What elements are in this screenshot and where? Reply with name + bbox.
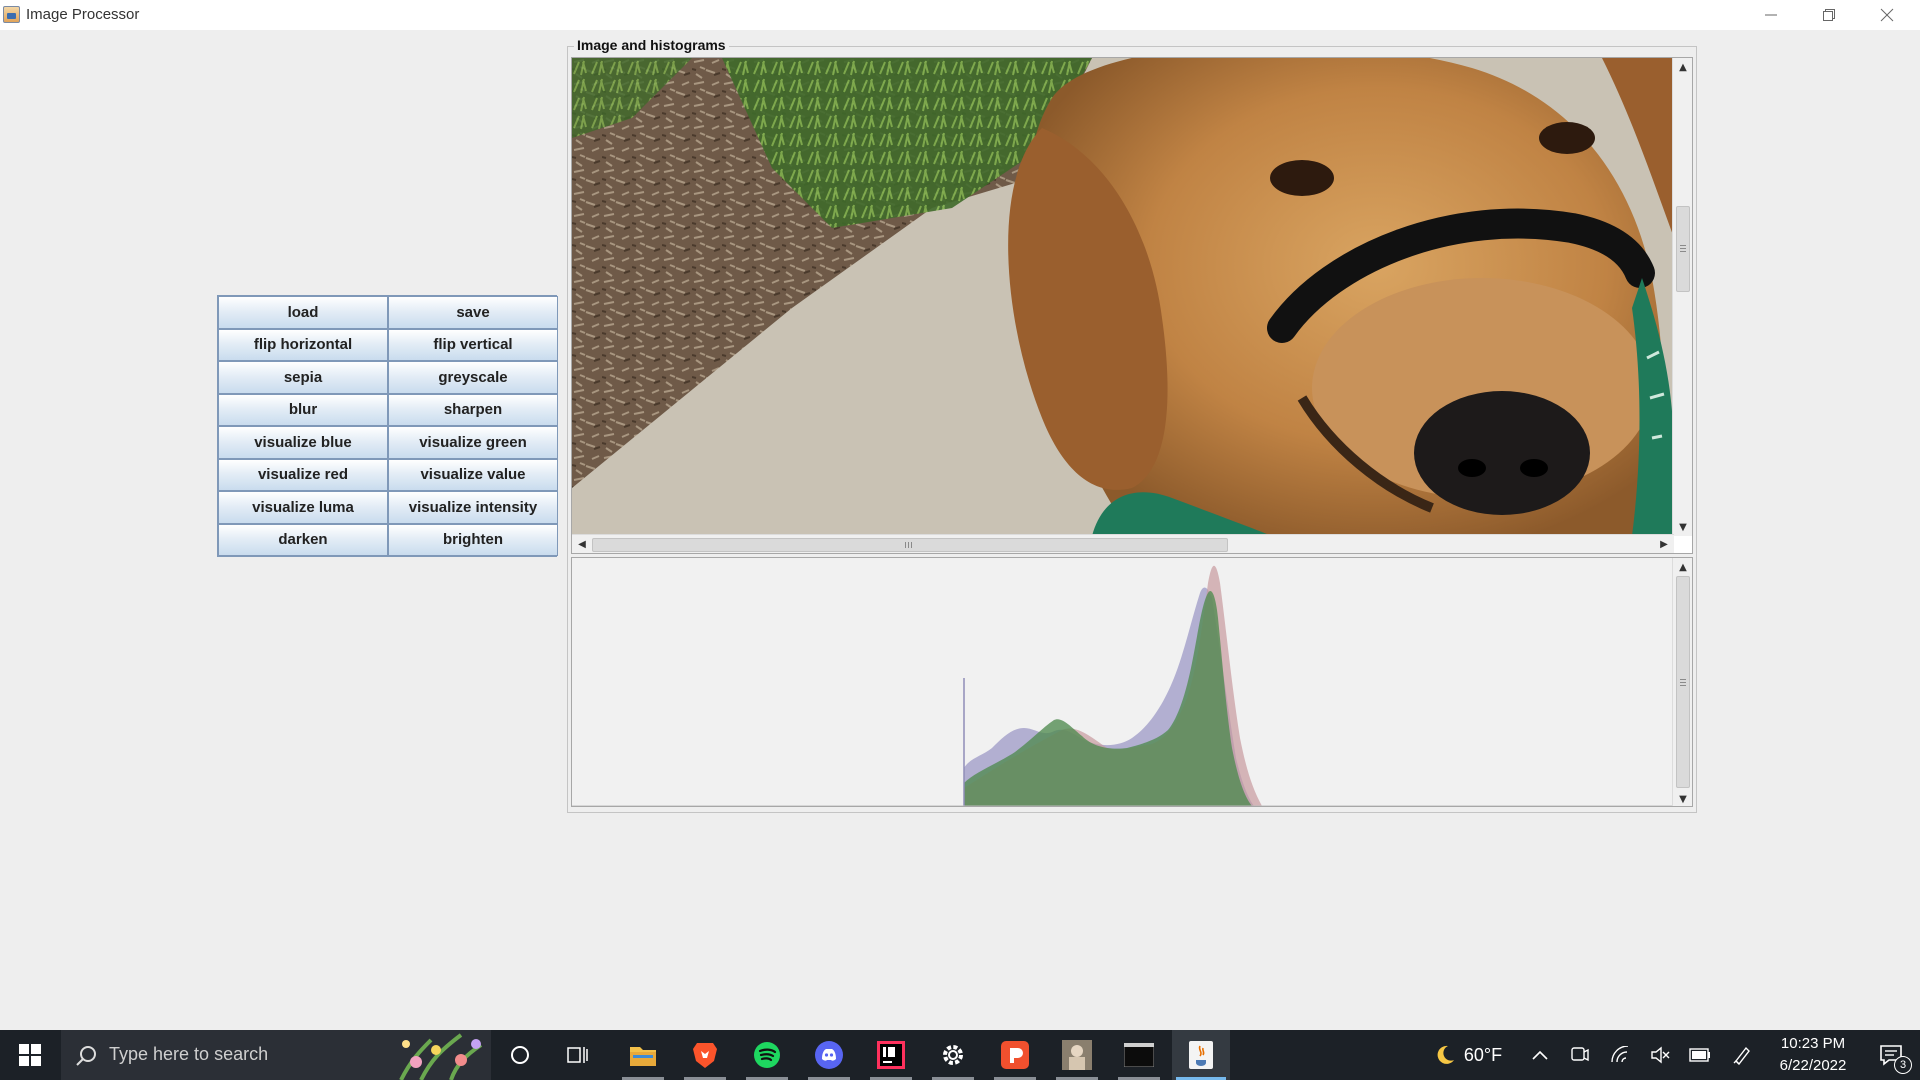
restore-button[interactable] [1800, 0, 1858, 30]
scroll-right-arrow-icon[interactable]: ▶ [1654, 535, 1674, 553]
spotify-button[interactable] [738, 1030, 796, 1080]
discord-icon [815, 1041, 843, 1069]
title-bar: Image Processor [0, 0, 1920, 30]
cortana-button[interactable] [491, 1030, 549, 1080]
moon-icon [1437, 1045, 1454, 1064]
search-placeholder: Type here to search [109, 1044, 269, 1064]
java-app-icon [3, 6, 20, 23]
histogram-green-area [964, 590, 1252, 806]
restore-icon [1823, 9, 1835, 21]
search-highlight-flowers-icon [399, 1033, 483, 1080]
cortana-icon [511, 1046, 529, 1064]
task-view-icon [567, 1047, 588, 1063]
visualize-value-button[interactable]: visualize value [388, 458, 558, 491]
flip-horizontal-button[interactable]: flip horizontal [218, 328, 388, 361]
minimize-button[interactable] [1742, 0, 1800, 30]
save-button[interactable]: save [388, 296, 558, 329]
load-button[interactable]: load [218, 296, 388, 329]
settings-icon [943, 1045, 963, 1065]
image-horizontal-thumb[interactable] [592, 538, 1228, 552]
file-explorer-button[interactable] [614, 1030, 672, 1080]
histogram-vertical-thumb[interactable] [1676, 576, 1690, 788]
visualize-green-button[interactable]: visualize green [388, 426, 558, 459]
meet-now-button[interactable] [1565, 1030, 1595, 1080]
close-icon [1880, 8, 1894, 22]
battery-button[interactable] [1685, 1030, 1715, 1080]
visualize-luma-button[interactable]: visualize luma [218, 491, 388, 524]
close-button[interactable] [1858, 0, 1916, 30]
show-hidden-icons-button[interactable] [1523, 1030, 1557, 1080]
clock-time: 10:23 PM [1780, 1035, 1846, 1052]
histogram-scroll-down-arrow-icon[interactable]: ▼ [1673, 790, 1692, 806]
brave-button[interactable] [676, 1030, 734, 1080]
chevron-up-icon [1532, 1050, 1548, 1060]
intellij-button[interactable] [862, 1030, 920, 1080]
flip-vertical-button[interactable]: flip vertical [388, 328, 558, 361]
dog-photo [572, 58, 1674, 536]
camera-icon [1571, 1047, 1589, 1062]
histogram-scroll-up-arrow-icon[interactable]: ▲ [1673, 558, 1692, 576]
histogram-scroll-pane[interactable]: ▲ ▼ [571, 557, 1693, 807]
volume-muted-icon [1651, 1046, 1670, 1064]
image-vertical-scrollbar[interactable]: ▲ ▼ [1672, 58, 1692, 536]
scroll-up-arrow-icon[interactable]: ▲ [1673, 58, 1692, 76]
weather-widget[interactable]: 60°F [1423, 1030, 1513, 1080]
scroll-left-arrow-icon[interactable]: ◀ [572, 535, 592, 553]
pen-workspace-button[interactable] [1725, 1030, 1759, 1080]
file-explorer-icon [630, 1047, 656, 1066]
sepia-button[interactable]: sepia [218, 361, 388, 394]
minimize-icon [1765, 14, 1777, 16]
office-icon [1001, 1041, 1029, 1069]
image-scroll-pane[interactable]: ▲ ▼ ◀ ▶ [571, 57, 1693, 554]
rgb-histogram-chart [572, 565, 1672, 806]
office-button[interactable] [986, 1030, 1044, 1080]
windows-icon [19, 1044, 41, 1066]
start-button[interactable] [0, 1030, 60, 1080]
sharpen-button[interactable]: sharpen [388, 393, 558, 426]
task-view-button[interactable] [549, 1030, 607, 1080]
image-horizontal-scrollbar[interactable]: ◀ ▶ [572, 534, 1674, 553]
battery-icon [1689, 1048, 1710, 1062]
greyscale-button[interactable]: greyscale [388, 361, 558, 394]
visualize-intensity-button[interactable]: visualize intensity [388, 491, 558, 524]
window-title: Image Processor [26, 6, 140, 23]
weather-temperature: 60°F [1463, 1044, 1503, 1065]
taskbar-search-box[interactable]: Type here to search [61, 1030, 491, 1080]
java-app-button[interactable] [1172, 1030, 1230, 1080]
clock-date: 6/22/2022 [1779, 1057, 1847, 1074]
brighten-button[interactable]: brighten [388, 523, 558, 556]
taskbar: Type here to search 60°F 10:23 PM 6/22/2… [0, 1030, 1920, 1080]
terminal-button[interactable] [1110, 1030, 1168, 1080]
search-icon [76, 1046, 96, 1066]
histogram-vertical-scrollbar[interactable]: ▲ ▼ [1672, 558, 1692, 806]
visualize-red-button[interactable]: visualize red [218, 458, 388, 491]
image-histogram-group: Image and histograms ▲ ▼ ◀ ▶ ▲ ▼ [567, 37, 1697, 813]
spotify-icon [754, 1042, 780, 1068]
image-vertical-thumb[interactable] [1676, 206, 1690, 292]
wifi-icon [1611, 1046, 1629, 1063]
image-view [572, 58, 1674, 536]
photo-app-button[interactable] [1048, 1030, 1106, 1080]
volume-button[interactable] [1645, 1030, 1675, 1080]
histogram-view [572, 558, 1672, 806]
pen-icon [1733, 1046, 1750, 1065]
blur-button[interactable]: blur [218, 393, 388, 426]
operations-panel: load save flip horizontal flip vertical … [217, 295, 558, 557]
clock[interactable]: 10:23 PM 6/22/2022 [1765, 1030, 1861, 1080]
java-icon [1189, 1041, 1213, 1069]
discord-button[interactable] [800, 1030, 858, 1080]
terminal-icon [1124, 1043, 1154, 1067]
network-button[interactable] [1605, 1030, 1635, 1080]
notification-count-badge: 3 [1894, 1056, 1912, 1074]
notification-center-button[interactable]: 3 [1862, 1030, 1920, 1080]
photo-app-icon [1062, 1040, 1092, 1070]
brave-icon [693, 1043, 717, 1068]
intellij-icon [877, 1041, 905, 1069]
scroll-down-arrow-icon[interactable]: ▼ [1673, 518, 1692, 536]
settings-button[interactable] [924, 1030, 982, 1080]
darken-button[interactable]: darken [218, 523, 388, 556]
group-title: Image and histograms [574, 37, 729, 53]
visualize-blue-button[interactable]: visualize blue [218, 426, 388, 459]
